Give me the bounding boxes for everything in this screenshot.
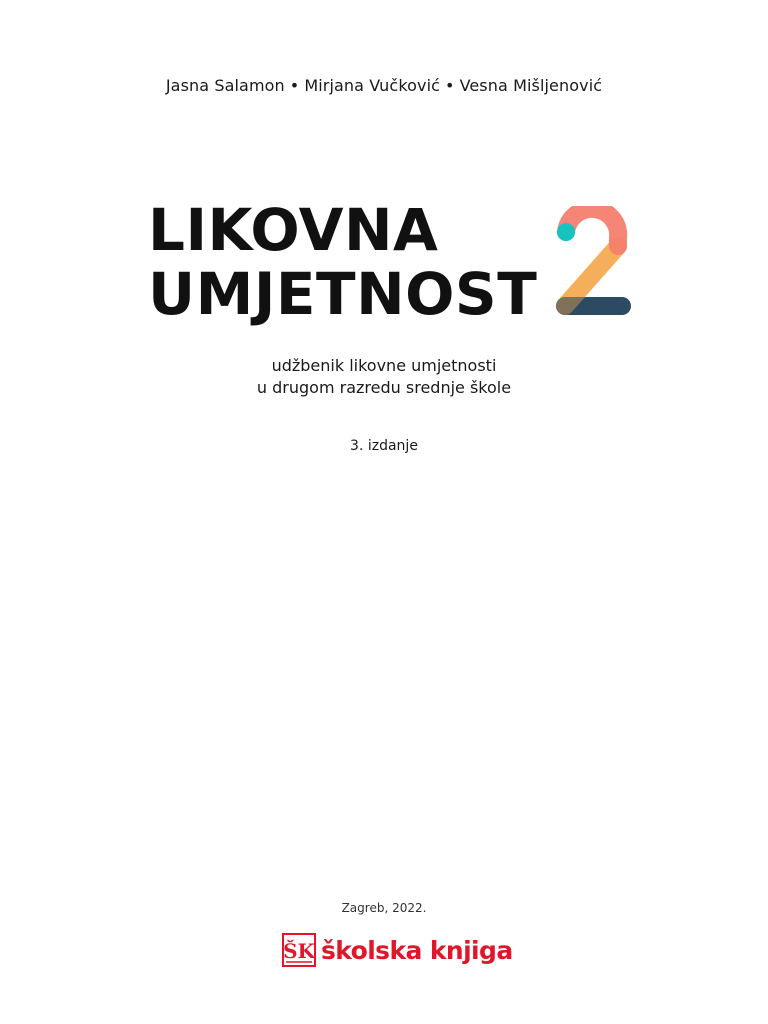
subtitle-line-1: udžbenik likovne umjetnosti: [271, 356, 497, 375]
book-title: LIKOVNA UMJETNOST: [148, 198, 537, 326]
publisher-logo: ŠK školska knjiga: [282, 930, 513, 970]
svg-text:ŠK: ŠK: [283, 938, 315, 963]
author-separator: •: [289, 76, 300, 95]
title-line-1: LIKOVNA: [148, 196, 439, 264]
title-line-2: UMJETNOST: [148, 260, 538, 328]
author-name: Vesna Mišljenović: [459, 76, 603, 95]
two-arc-stroke: [557, 206, 628, 255]
edition-label: 3. izdanje: [350, 438, 418, 454]
publisher-mark-icon: ŠK: [282, 933, 316, 967]
place-year: Zagreb, 2022.: [341, 901, 427, 915]
subtitle-line-2: u drugom razredu srednje škole: [256, 378, 512, 397]
author-name: Jasna Salamon: [165, 76, 285, 95]
author-separator: •: [445, 76, 455, 95]
authors-line: Jasna Salamon • Mirjana Vučković • Vesna Miš…: [0, 76, 768, 95]
grade-number-graphic: 2: [556, 206, 631, 315]
two-teal-dot: [557, 223, 575, 241]
book-subtitle: udžbenik likovne umjetnosti u drugom raz…: [0, 355, 768, 399]
publisher-name: školska knjiga: [321, 935, 513, 965]
author-name: Mirjana Vučković: [304, 76, 441, 95]
